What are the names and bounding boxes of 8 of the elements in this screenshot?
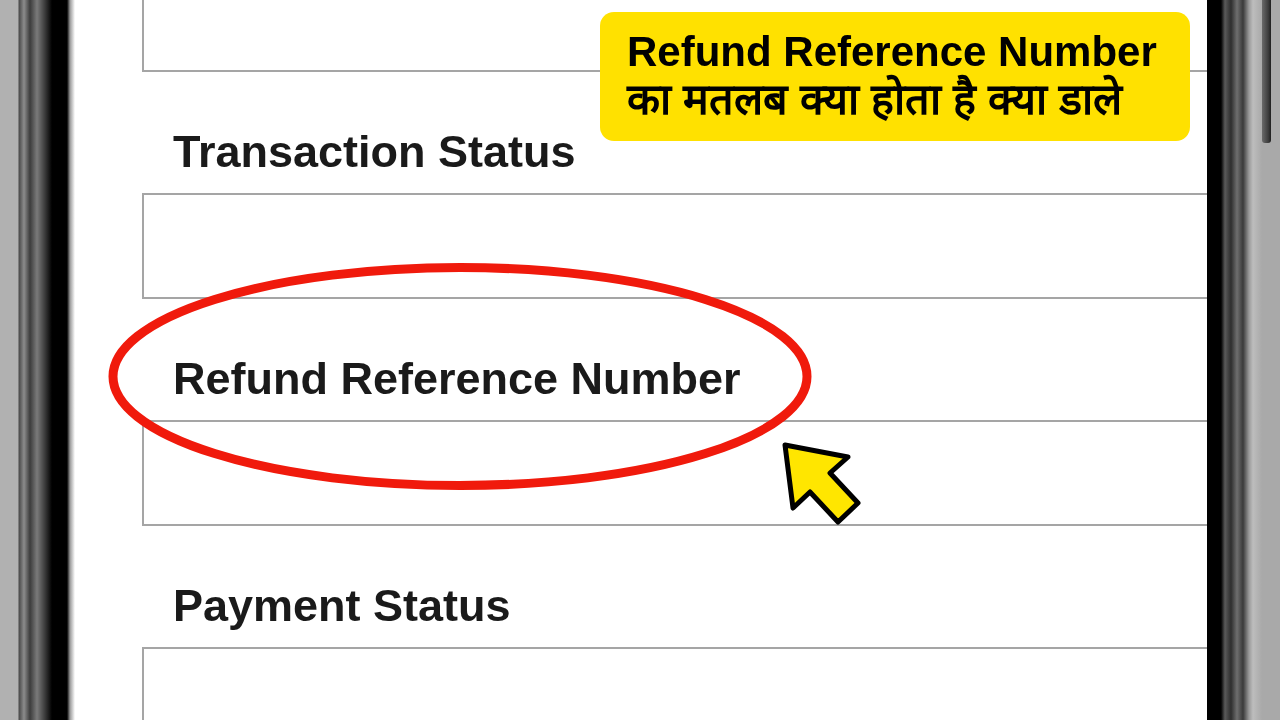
- field-label: Payment Status: [173, 583, 511, 628]
- field-label: Refund Reference Number: [173, 356, 741, 401]
- field-label: Transaction Status: [173, 129, 576, 174]
- callout-title: Refund Reference Number: [627, 31, 1158, 73]
- cursor-arrow-icon: [782, 442, 862, 526]
- input-field[interactable]: [142, 193, 1207, 299]
- callout-subtitle: का मतलब क्या होता है क्या डाले: [627, 75, 1125, 125]
- input-field[interactable]: [142, 420, 1207, 526]
